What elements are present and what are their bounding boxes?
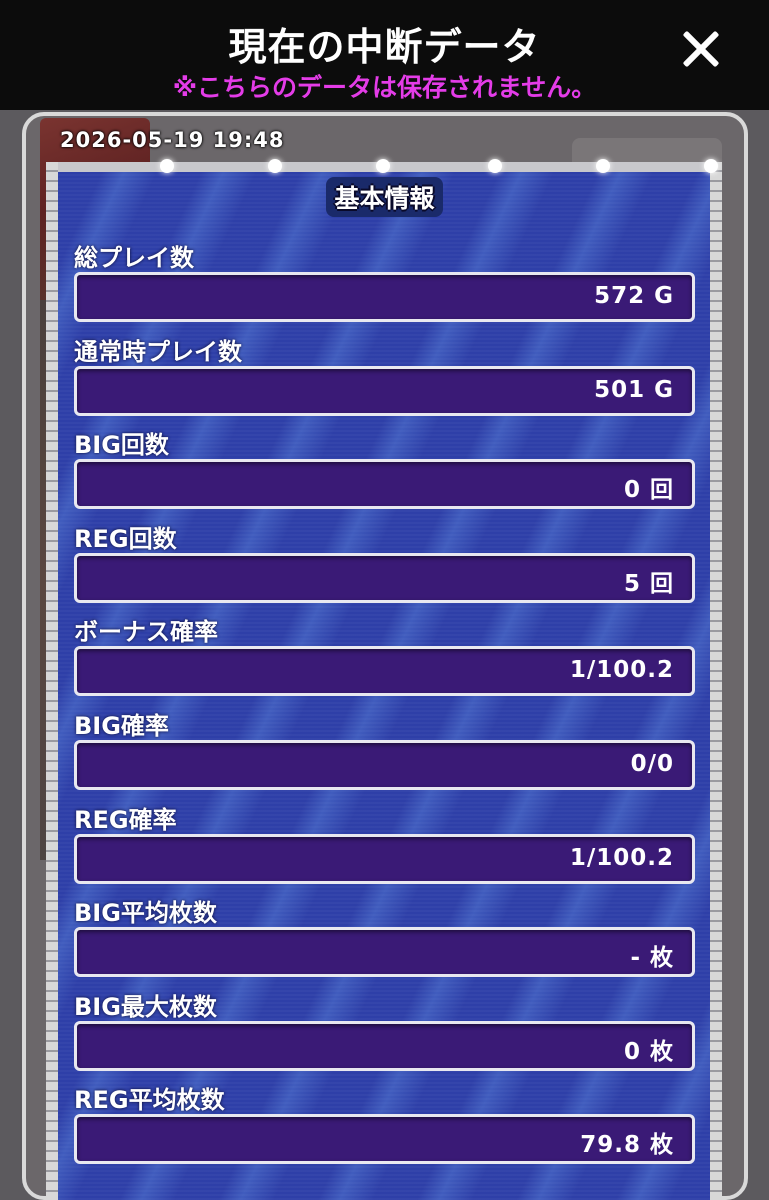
stat-value-box: 1/100.2 [74,834,695,884]
panel-light [704,159,718,173]
stat-value: 0/0 [630,751,674,777]
stat-value: 1/100.2 [569,657,674,683]
stat-label: BIG平均枚数 [74,899,217,927]
stat-value: 79.8 枚 [580,1132,674,1158]
stat-value: - 枚 [630,945,674,971]
unsaved-notice: ※こちらのデータは保存されません。 [172,73,597,102]
stat-label: REG回数 [74,525,177,553]
panel-rail-left [46,162,58,1200]
stat-value: 0 枚 [623,1039,674,1065]
modal-header: 現在の中断データ ※こちらのデータは保存されません。 [0,0,769,110]
stat-value: 1/100.2 [569,845,674,871]
stat-value-box: 501 G [74,366,695,416]
stat-value-box: 0/0 [74,740,695,790]
stat-value-box: 0 回 [74,459,695,509]
panel-light [596,159,610,173]
panel-light [376,159,390,173]
stat-label: BIG回数 [74,431,169,459]
stat-label: BIG最大枚数 [74,993,217,1021]
save-timestamp: 2026-05-19 19:48 [60,128,285,152]
stat-value: 5 回 [623,571,674,597]
stat-label: REG確率 [74,806,177,834]
stat-value-box: 79.8 枚 [74,1114,695,1164]
stat-label: BIG確率 [74,712,169,740]
stat-value-box: - 枚 [74,927,695,977]
stat-value: 501 G [594,377,674,403]
stat-label: 総プレイ数 [74,244,194,272]
panel-light [488,159,502,173]
section-title-label: 基本情報 [326,177,443,217]
stat-value: 572 G [594,283,674,309]
stat-value-box: 572 G [74,272,695,322]
close-icon[interactable] [674,22,728,76]
stat-label: 通常時プレイ数 [74,338,242,366]
panel-light [268,159,282,173]
panel-light [160,159,174,173]
stat-value: 0 回 [623,477,674,503]
page-title: 現在の中断データ [228,25,541,69]
panel-rail-right [710,162,722,1200]
section-title: 基本情報 [0,177,769,217]
stat-value-box: 5 回 [74,553,695,603]
stat-label: ボーナス確率 [74,618,218,646]
stat-label: REG平均枚数 [74,1086,225,1114]
stat-value-box: 1/100.2 [74,646,695,696]
stat-value-box: 0 枚 [74,1021,695,1071]
